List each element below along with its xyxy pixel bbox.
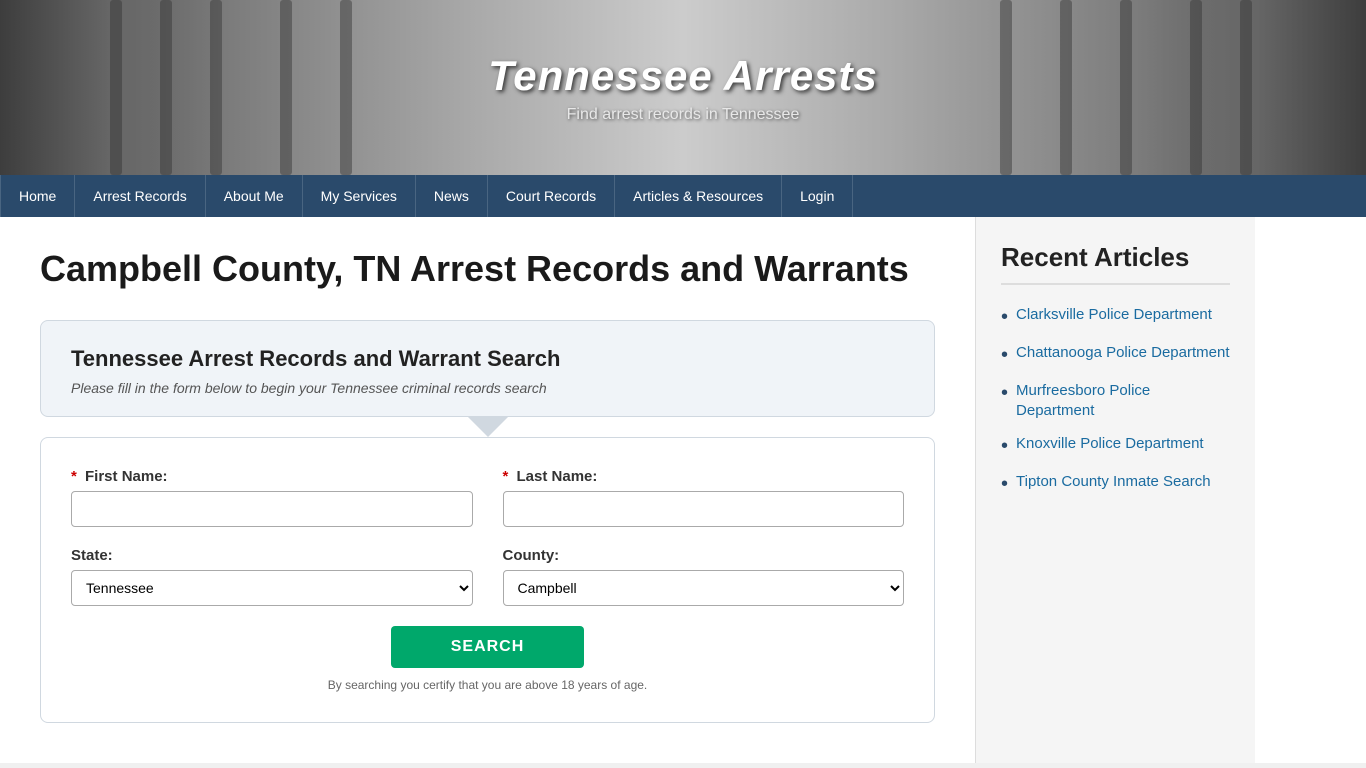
last-name-input[interactable] bbox=[503, 491, 905, 527]
list-item: • Clarksville Police Department bbox=[1001, 305, 1230, 329]
header-text: Tennessee Arrests Find arrest records in… bbox=[488, 52, 878, 124]
main-layout: Campbell County, TN Arrest Records and W… bbox=[0, 217, 1366, 763]
hands-left bbox=[0, 0, 220, 175]
state-label: State: bbox=[71, 547, 473, 564]
bullet-icon: • bbox=[1001, 305, 1008, 329]
list-item: • Murfreesboro Police Department bbox=[1001, 381, 1230, 420]
sidebar-article-link[interactable]: Murfreesboro Police Department bbox=[1016, 381, 1230, 420]
form-disclaimer: By searching you certify that you are ab… bbox=[71, 678, 904, 692]
nav-item-login[interactable]: Login bbox=[782, 175, 853, 217]
search-btn-wrap: SEARCH bbox=[71, 626, 904, 668]
state-select[interactable]: Tennessee bbox=[71, 570, 473, 606]
main-nav: HomeArrest RecordsAbout MeMy ServicesNew… bbox=[0, 175, 1366, 217]
state-group: State: Tennessee bbox=[71, 547, 473, 606]
nav-item-about-me[interactable]: About Me bbox=[206, 175, 303, 217]
search-box-subtitle: Please fill in the form below to begin y… bbox=[71, 380, 904, 396]
site-title: Tennessee Arrests bbox=[488, 52, 878, 100]
nav-item-home[interactable]: Home bbox=[0, 175, 75, 217]
chevron-connector bbox=[40, 417, 935, 437]
bullet-icon: • bbox=[1001, 434, 1008, 458]
sidebar-article-link[interactable]: Clarksville Police Department bbox=[1016, 305, 1212, 325]
nav-item-articles-&-resources[interactable]: Articles & Resources bbox=[615, 175, 782, 217]
search-description-box: Tennessee Arrest Records and Warrant Sea… bbox=[40, 320, 935, 417]
site-subtitle: Find arrest records in Tennessee bbox=[488, 106, 878, 124]
first-name-required: * bbox=[71, 468, 77, 485]
last-name-group: * Last Name: bbox=[503, 468, 905, 527]
sidebar: Recent Articles • Clarksville Police Depa… bbox=[975, 217, 1255, 763]
content-area: Campbell County, TN Arrest Records and W… bbox=[0, 217, 975, 763]
bullet-icon: • bbox=[1001, 343, 1008, 367]
list-item: • Tipton County Inmate Search bbox=[1001, 472, 1230, 496]
county-select[interactable]: Campbell bbox=[503, 570, 905, 606]
site-header: Tennessee Arrests Find arrest records in… bbox=[0, 0, 1366, 175]
county-label: County: bbox=[503, 547, 905, 564]
first-name-input[interactable] bbox=[71, 491, 473, 527]
county-group: County: Campbell bbox=[503, 547, 905, 606]
last-name-label: * Last Name: bbox=[503, 468, 905, 485]
list-item: • Chattanooga Police Department bbox=[1001, 343, 1230, 367]
page-title: Campbell County, TN Arrest Records and W… bbox=[40, 247, 935, 290]
sidebar-article-link[interactable]: Chattanooga Police Department bbox=[1016, 343, 1229, 363]
first-name-group: * First Name: bbox=[71, 468, 473, 527]
bullet-icon: • bbox=[1001, 381, 1008, 405]
sidebar-article-link[interactable]: Tipton County Inmate Search bbox=[1016, 472, 1211, 492]
nav-item-arrest-records[interactable]: Arrest Records bbox=[75, 175, 205, 217]
sidebar-title: Recent Articles bbox=[1001, 242, 1230, 285]
sidebar-article-list: • Clarksville Police Department • Chattanoo… bbox=[1001, 305, 1230, 496]
nav-item-my-services[interactable]: My Services bbox=[303, 175, 416, 217]
search-box-title: Tennessee Arrest Records and Warrant Sea… bbox=[71, 346, 904, 372]
nav-item-court-records[interactable]: Court Records bbox=[488, 175, 615, 217]
search-button[interactable]: SEARCH bbox=[391, 626, 585, 668]
last-name-required: * bbox=[503, 468, 509, 485]
location-row: State: Tennessee County: Campbell bbox=[71, 547, 904, 606]
hands-right bbox=[1146, 0, 1366, 175]
bullet-icon: • bbox=[1001, 472, 1008, 496]
first-name-label: * First Name: bbox=[71, 468, 473, 485]
sidebar-article-link[interactable]: Knoxville Police Department bbox=[1016, 434, 1204, 454]
form-section: * First Name: * Last Name: State: bbox=[40, 437, 935, 723]
nav-item-news[interactable]: News bbox=[416, 175, 488, 217]
list-item: • Knoxville Police Department bbox=[1001, 434, 1230, 458]
name-row: * First Name: * Last Name: bbox=[71, 468, 904, 527]
